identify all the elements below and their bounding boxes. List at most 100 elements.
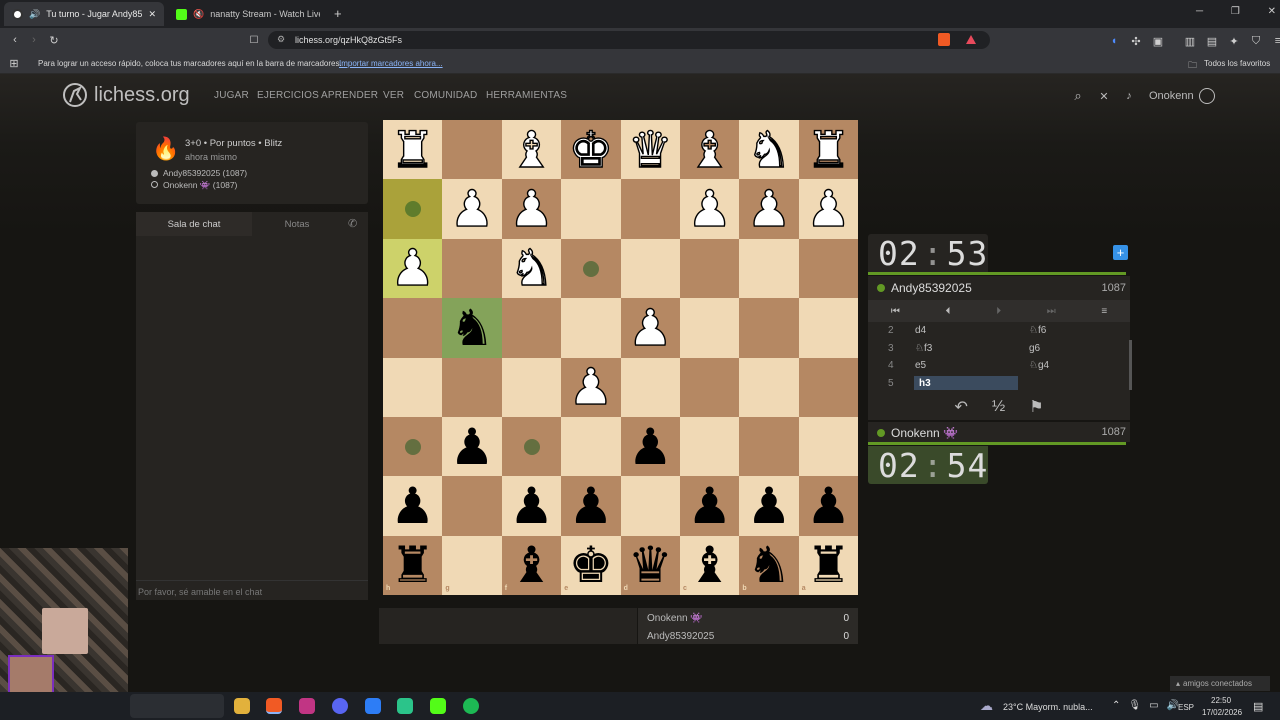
board-square[interactable]: ♟ [620, 417, 680, 477]
black-move[interactable]: ♘g4 [1029, 360, 1049, 371]
network-icon[interactable]: ▭ [1149, 700, 1158, 711]
black-move[interactable]: ♘f6 [1029, 325, 1046, 336]
black-king-piece[interactable]: ♚ [568, 540, 613, 590]
board-square[interactable] [798, 417, 859, 477]
apps-grid-icon[interactable]: ⊞ [6, 55, 22, 71]
sidebar-icon[interactable]: ▥ [1182, 33, 1198, 49]
board-square[interactable]: ♛ [620, 120, 680, 180]
board-square[interactable] [798, 357, 859, 417]
board-square[interactable]: ♝ [680, 120, 740, 180]
tab-current[interactable]: 🔊 Tu turno - Jugar Andy85392025 ✕ [4, 2, 164, 26]
tab-notes[interactable]: Notas [252, 212, 342, 236]
white-pawn-piece[interactable]: ♟ [687, 183, 733, 234]
board-square[interactable]: ♟ [383, 476, 443, 536]
discord-icon[interactable] [332, 698, 348, 714]
weather-text[interactable]: 23°C Mayorm. nubla... [1003, 702, 1093, 712]
site-info-icon[interactable]: ⚙ [277, 34, 285, 45]
board-square[interactable] [501, 298, 562, 358]
board-square[interactable]: ♚ [561, 120, 621, 180]
puzzle-icon[interactable]: ✣ [1128, 33, 1144, 49]
tab-chat[interactable]: Sala de chat [136, 212, 252, 236]
black-bishop-piece[interactable]: ♝ [687, 540, 732, 590]
takeback-icon[interactable]: ↶ [954, 397, 967, 417]
user-menu[interactable]: Onokenn [1149, 90, 1194, 102]
board-square[interactable] [739, 238, 799, 299]
app-icon-2[interactable] [397, 698, 413, 714]
legal-move-dot[interactable] [404, 201, 421, 218]
app-icon[interactable] [365, 698, 381, 714]
white-bishop-piece[interactable]: ♝ [687, 124, 733, 175]
board-square[interactable]: ♟ [442, 179, 502, 239]
board-square[interactable] [739, 298, 799, 358]
close-tab-icon[interactable]: ✕ [148, 9, 156, 20]
board-square[interactable]: ♞ [739, 535, 799, 596]
board-square[interactable] [501, 357, 562, 417]
board-square[interactable] [561, 179, 621, 239]
white-queen-piece[interactable]: ♛ [627, 124, 673, 175]
white-knight-piece[interactable]: ♞ [508, 243, 554, 294]
screenshot-icon[interactable]: ▣ [1150, 33, 1166, 49]
file-explorer-icon[interactable] [234, 698, 250, 714]
white-bishop-piece[interactable]: ♝ [508, 124, 554, 175]
white-king-piece[interactable]: ♚ [568, 124, 614, 175]
board-square[interactable] [442, 238, 502, 299]
board-square[interactable] [561, 298, 621, 358]
white-rook-piece[interactable]: ♜ [390, 124, 436, 175]
forward-icon[interactable]: › [26, 32, 42, 48]
add-time-icon[interactable]: + [1113, 245, 1128, 260]
white-move[interactable]: h3 [914, 375, 1018, 390]
nav-jugar[interactable]: JUGAR [214, 90, 249, 101]
black-knight-piece[interactable]: ♞ [747, 540, 792, 590]
chevron-up-icon[interactable]: ⌃ [1112, 700, 1120, 711]
clock-date[interactable]: 17/02/2026 [1202, 708, 1242, 717]
nav-aprender[interactable]: APRENDER [321, 90, 378, 101]
last-move-icon[interactable]: ⏭ [1047, 306, 1056, 317]
leo-icon[interactable]: ✦ [1226, 33, 1242, 49]
vpn-icon[interactable]: ⛉ [1248, 33, 1264, 49]
board-square[interactable] [798, 238, 859, 299]
board-square[interactable] [620, 179, 680, 239]
board-square[interactable]: ♟ [501, 476, 562, 536]
search-icon[interactable]: ⌕ [1070, 88, 1086, 104]
white-pawn-piece[interactable]: ♟ [627, 302, 673, 353]
clock-time[interactable]: 22:50 [1211, 696, 1231, 705]
black-player-link[interactable]: Onokenn 👾 (1087) [163, 180, 237, 191]
instagram-icon[interactable] [299, 698, 315, 714]
legal-move-dot[interactable] [404, 438, 421, 455]
board-square[interactable] [383, 357, 443, 417]
board-square[interactable] [680, 238, 740, 299]
board-square[interactable]: ♟ [739, 179, 799, 239]
move-list-scrollbar[interactable] [1129, 340, 1132, 390]
next-move-icon[interactable]: ⏵ [996, 306, 1001, 317]
black-pawn-piece[interactable]: ♟ [509, 481, 554, 531]
board-square[interactable]: ♟ [798, 179, 859, 239]
black-rook-piece[interactable]: ♜ [390, 540, 435, 590]
first-move-icon[interactable]: ⏮ [891, 306, 900, 317]
board-square[interactable]: ♚ [561, 535, 621, 596]
board-square[interactable] [680, 357, 740, 417]
board-square[interactable]: ♟ [501, 179, 562, 239]
notification-center-icon[interactable]: ▤ [1253, 700, 1263, 713]
board-square[interactable]: ♜ [383, 535, 443, 596]
board-square[interactable]: ♝ [680, 535, 740, 596]
kick-icon[interactable] [430, 698, 446, 714]
close-window-icon[interactable]: ✕ [1268, 6, 1276, 17]
audio-icon[interactable]: ◖ [1106, 33, 1122, 49]
board-square[interactable] [620, 357, 680, 417]
black-pawn-piece[interactable]: ♟ [390, 481, 435, 531]
tab-kick[interactable]: 🔇 nanatty Stream - Watch Live on Kick [168, 2, 328, 26]
board-square[interactable]: ♟ [680, 476, 740, 536]
address-input[interactable]: ⚙ lichess.org/qzHkQ8zGt5Fs [268, 31, 990, 49]
board-square[interactable]: ♟ [620, 298, 680, 358]
board-square[interactable] [680, 417, 740, 477]
board-square[interactable] [739, 417, 799, 477]
chat-input[interactable]: Por favor, sé amable en el chat [136, 580, 368, 600]
board-square[interactable]: ♞ [739, 120, 799, 180]
import-bookmarks-link[interactable]: Importar marcadores ahora... [339, 59, 443, 68]
minimize-icon[interactable]: ─ [1196, 6, 1203, 17]
restore-icon[interactable]: ❐ [1231, 6, 1240, 17]
legal-move-dot[interactable] [582, 260, 599, 277]
white-pawn-piece[interactable]: ♟ [390, 243, 436, 294]
close-icon[interactable]: ✕ [1096, 88, 1112, 104]
black-pawn-piece[interactable]: ♟ [568, 481, 613, 531]
